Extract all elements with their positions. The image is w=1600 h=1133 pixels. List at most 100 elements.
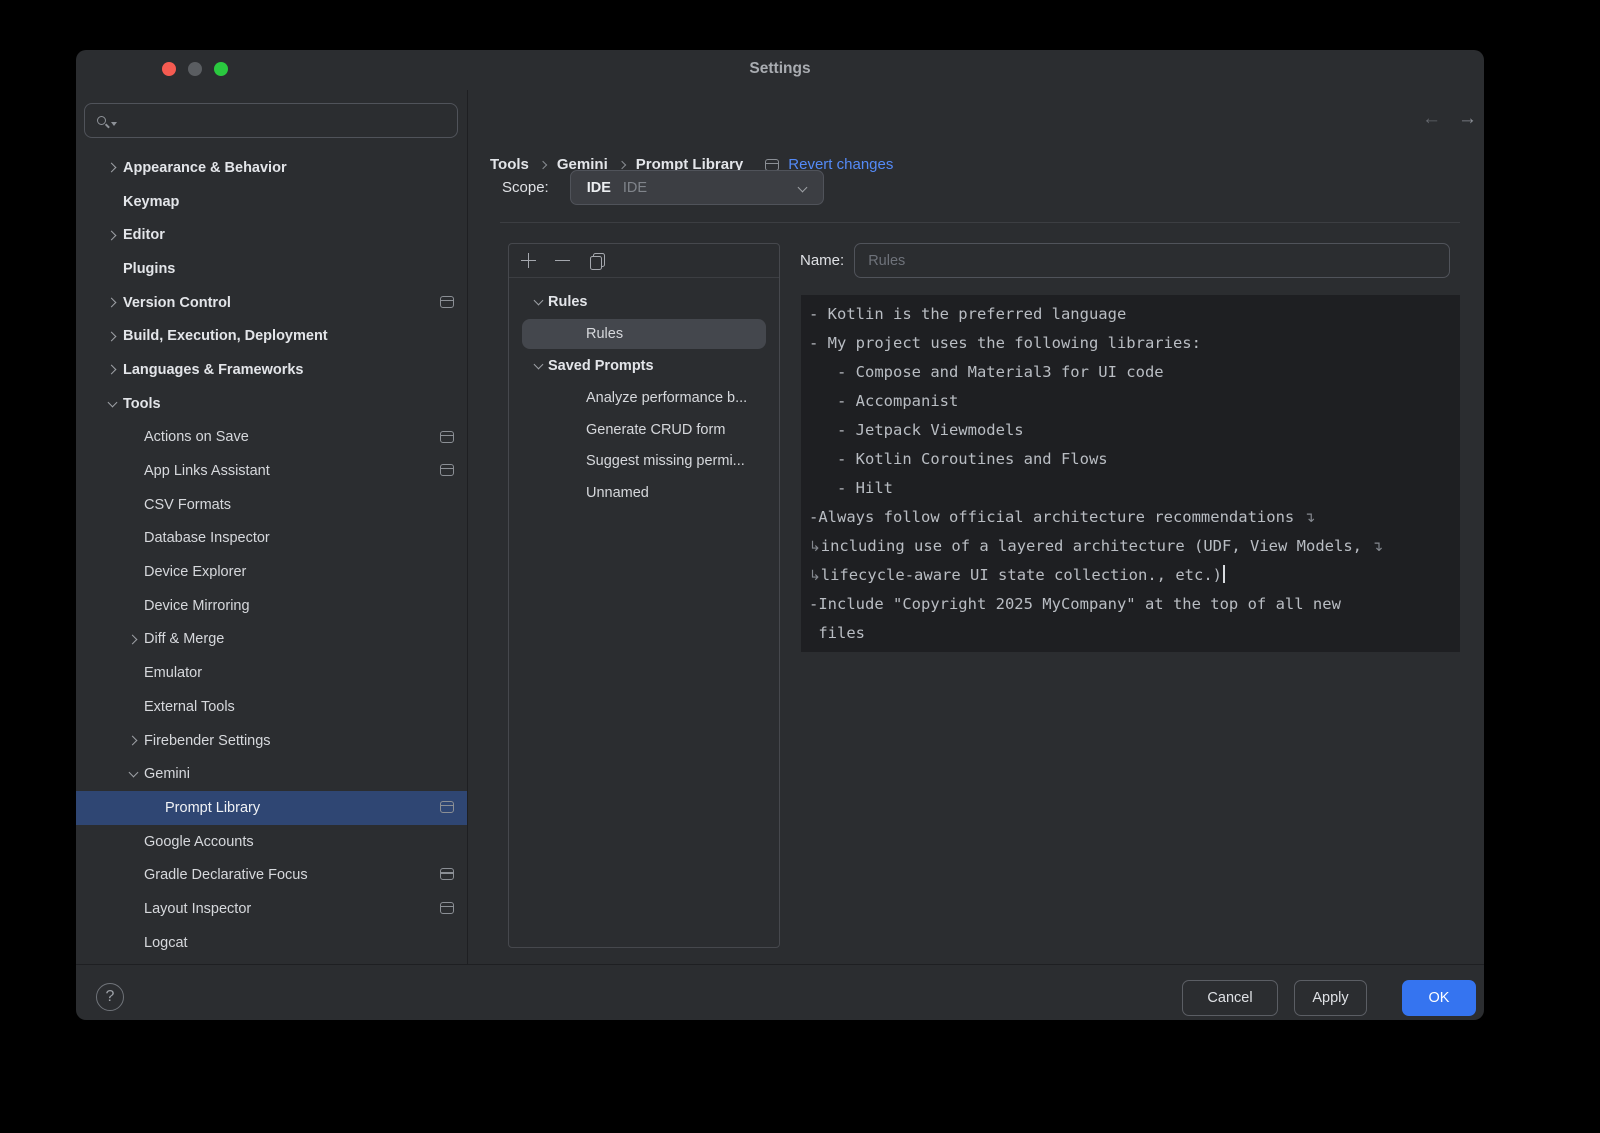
toolbar-divider	[509, 277, 779, 278]
sidebar-item-version-control[interactable]: Version Control	[76, 286, 467, 320]
scope-selected-value: IDE	[587, 180, 611, 196]
sidebar-item-label: App Links Assistant	[144, 463, 270, 479]
prompt-tree-group-rules[interactable]: Rules	[509, 286, 779, 318]
ok-button[interactable]: OK	[1402, 980, 1476, 1016]
scope-hint-value: IDE	[623, 180, 647, 196]
editor-line-text: including use of a layered architecture …	[821, 537, 1372, 555]
sidebar-item-label: Database Inspector	[144, 530, 270, 546]
sidebar-item-layout-inspector[interactable]: Layout Inspector	[76, 892, 467, 926]
sidebar-item-google-accounts[interactable]: Google Accounts	[76, 825, 467, 859]
window-icon	[440, 464, 454, 476]
sidebar-item-diff-merge[interactable]: Diff & Merge	[76, 623, 467, 657]
chevron-right-icon[interactable]	[106, 230, 116, 240]
prompt-tree-item-generate-crud-form[interactable]: Generate CRUD form	[509, 414, 779, 446]
sidebar-item-gemini[interactable]: Gemini	[76, 757, 467, 791]
editor-line: files	[809, 619, 1452, 648]
editor-line-text: -Always follow official architecture rec…	[809, 508, 1304, 526]
prompt-tree-item-analyze-performance-b[interactable]: Analyze performance b...	[509, 382, 779, 414]
editor-line: - Kotlin Coroutines and Flows	[809, 445, 1452, 474]
help-button[interactable]: ?	[96, 983, 124, 1011]
sidebar-item-external-tools[interactable]: External Tools	[76, 690, 467, 724]
sidebar-divider	[467, 90, 468, 964]
search-input[interactable]	[84, 103, 458, 138]
editor-line-text: - My project uses the following librarie…	[809, 334, 1201, 352]
chevron-down-icon[interactable]	[128, 768, 138, 778]
editor-line-text: - Jetpack Viewmodels	[809, 421, 1024, 439]
sidebar-item-label: CSV Formats	[144, 497, 231, 513]
name-label: Name:	[800, 252, 844, 269]
sidebar-item-languages-frameworks[interactable]: Languages & Frameworks	[76, 353, 467, 387]
chevron-right-icon[interactable]	[106, 298, 116, 308]
forward-arrow[interactable]: →	[1458, 108, 1477, 130]
sidebar-item-label: Diff & Merge	[144, 631, 224, 647]
remove-prompt-button[interactable]	[555, 253, 570, 268]
prompt-editor[interactable]: - Kotlin is the preferred language- My p…	[801, 295, 1460, 652]
back-arrow[interactable]: ←	[1422, 108, 1441, 130]
apply-button[interactable]: Apply	[1294, 980, 1367, 1016]
settings-window: Settings Appearance & Behavior KeymapEdit…	[76, 50, 1484, 1020]
chevron-down-icon[interactable]	[533, 295, 543, 305]
sidebar-item-label: Gradle Declarative Focus	[144, 867, 308, 883]
chevron-down-icon	[797, 183, 807, 193]
soft-wrap-start-icon: ↳	[809, 568, 821, 584]
prompt-tree-item-unnamed[interactable]: Unnamed	[509, 477, 779, 509]
cancel-button[interactable]: Cancel	[1182, 980, 1278, 1016]
sidebar-item-csv-formats[interactable]: CSV Formats	[76, 488, 467, 522]
sidebar-item-label: Gemini	[144, 766, 190, 782]
sidebar-item-label: Appearance & Behavior	[123, 160, 287, 176]
sidebar-item-label: Device Mirroring	[144, 598, 250, 614]
sidebar-item-firebender-settings[interactable]: Firebender Settings	[76, 724, 467, 758]
sidebar-item-editor[interactable]: Editor	[76, 218, 467, 252]
sidebar-item-logcat[interactable]: Logcat	[76, 926, 467, 960]
sidebar-item-label: Logcat	[144, 935, 188, 951]
sidebar-item-label: External Tools	[144, 699, 235, 715]
sidebar-item-gradle-declarative-focus[interactable]: Gradle Declarative Focus	[76, 858, 467, 892]
sidebar-item-tools[interactable]: Tools	[76, 387, 467, 421]
sidebar-item-label: Firebender Settings	[144, 733, 271, 749]
prompt-tree-item-suggest-missing-permi[interactable]: Suggest missing permi...	[509, 445, 779, 477]
sidebar-item-plugins[interactable]: Plugins	[76, 252, 467, 286]
chevron-right-icon[interactable]	[106, 163, 116, 173]
editor-line: - My project uses the following librarie…	[809, 329, 1452, 358]
prompt-list-panel: RulesRulesSaved PromptsAnalyze performan…	[508, 243, 780, 948]
screen-background: Settings Appearance & Behavior KeymapEdit…	[0, 0, 1600, 1133]
prompt-tree-group-saved-prompts[interactable]: Saved Prompts	[509, 350, 779, 382]
window-icon	[440, 801, 454, 813]
sidebar-item-device-explorer[interactable]: Device Explorer	[76, 555, 467, 589]
editor-line: -Include "Copyright 2025 MyCompany" at t…	[809, 590, 1452, 619]
window-icon	[440, 296, 454, 308]
prompt-tree-item-rules[interactable]: Rules	[509, 318, 779, 350]
name-input[interactable]: Rules	[854, 243, 1450, 278]
chevron-right-icon[interactable]	[127, 736, 137, 746]
sidebar-item-database-inspector[interactable]: Database Inspector	[76, 522, 467, 556]
sidebar-item-build-execution-deployment[interactable]: Build, Execution, Deployment	[76, 319, 467, 353]
prompt-tree-label: Unnamed	[586, 485, 649, 501]
sidebar-item-appearance-behavior[interactable]: Appearance & Behavior	[76, 151, 467, 185]
chevron-right-icon[interactable]	[127, 635, 137, 645]
editor-line-text: lifecycle-aware UI state collection., et…	[821, 566, 1222, 584]
prompt-tree: RulesRulesSaved PromptsAnalyze performan…	[509, 286, 779, 509]
text-caret	[1223, 565, 1225, 583]
chevron-right-icon[interactable]	[106, 331, 116, 341]
sidebar-item-app-links-assistant[interactable]: App Links Assistant	[76, 454, 467, 488]
duplicate-prompt-button[interactable]	[589, 253, 605, 269]
title-bar: Settings	[76, 50, 1484, 90]
editor-line: -Always follow official architecture rec…	[809, 503, 1452, 532]
sidebar-item-label: Device Explorer	[144, 564, 246, 580]
sidebar-item-device-mirroring[interactable]: Device Mirroring	[76, 589, 467, 623]
editor-line-text: -Include "Copyright 2025 MyCompany" at t…	[809, 595, 1341, 613]
sidebar-item-label: Version Control	[123, 295, 231, 311]
editor-line: - Accompanist	[809, 387, 1452, 416]
chevron-right-icon[interactable]	[106, 365, 116, 375]
sidebar-item-prompt-library[interactable]: Prompt Library	[76, 791, 467, 825]
sidebar-item-emulator[interactable]: Emulator	[76, 656, 467, 690]
window-title: Settings	[76, 60, 1484, 78]
chevron-down-icon[interactable]	[533, 359, 543, 369]
sidebar-item-actions-on-save[interactable]: Actions on Save	[76, 421, 467, 455]
search-icon	[97, 116, 106, 125]
scope-select[interactable]: IDE IDE	[570, 170, 824, 205]
chevron-down-icon[interactable]	[107, 397, 117, 407]
sidebar-item-keymap[interactable]: Keymap	[76, 185, 467, 219]
sidebar-item-label: Languages & Frameworks	[123, 362, 304, 378]
add-prompt-button[interactable]	[521, 253, 536, 268]
